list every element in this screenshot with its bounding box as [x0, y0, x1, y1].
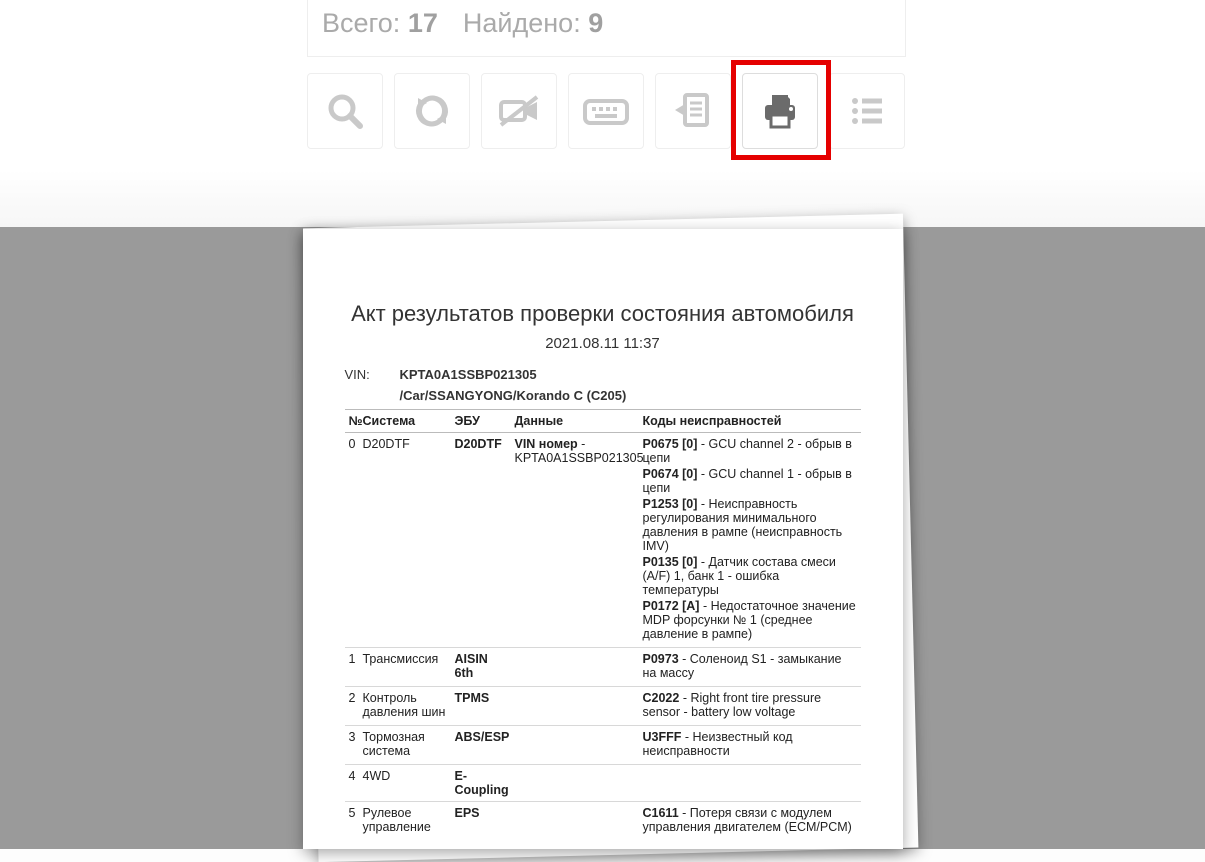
- row-index: 5: [345, 802, 359, 841]
- report-page: Акт результатов проверки состояния автом…: [303, 229, 903, 849]
- row-system: Контроль давления шин: [359, 687, 451, 726]
- row-data: [511, 648, 639, 687]
- table-row: 3Тормозная системаABS/ESP U3FFF - Неизвес…: [345, 726, 861, 765]
- camera-off-icon: [497, 91, 541, 131]
- row-codes: P0973 - Соленоид S1 - замыкание на массу: [639, 648, 861, 687]
- row-ecu: ABS/ESP: [451, 726, 511, 765]
- systems-table: № Система ЭБУ Данные Коды неисправностей…: [345, 409, 861, 840]
- row-system: Рулевое управление: [359, 802, 451, 841]
- total-value: 17: [408, 8, 438, 38]
- vin-value: KPTA0A1SSBP021305: [400, 367, 537, 382]
- search-icon: [325, 91, 365, 131]
- row-system: Тормозная система: [359, 726, 451, 765]
- search-button[interactable]: [307, 73, 383, 149]
- col-num: №: [345, 410, 359, 433]
- row-ecu: TPMS: [451, 687, 511, 726]
- table-row: 1ТрансмиссияAISIN 6th P0973 - Соленоид S1…: [345, 648, 861, 687]
- export-button[interactable]: [655, 73, 731, 149]
- list-button[interactable]: [829, 73, 905, 149]
- table-row: 0D20DTFD20DTFVIN номер - KPTA0A1SSBP0213…: [345, 433, 861, 648]
- total-label: Всего:: [322, 8, 400, 38]
- report-title: Акт результатов проверки состояния автом…: [345, 301, 861, 327]
- row-index: 1: [345, 648, 359, 687]
- col-ecu: ЭБУ: [451, 410, 511, 433]
- print-icon: [760, 91, 800, 131]
- table-row: 2Контроль давления шинTPMS C2022 - Right …: [345, 687, 861, 726]
- row-index: 3: [345, 726, 359, 765]
- row-index: 4: [345, 765, 359, 802]
- row-ecu: D20DTF: [451, 433, 511, 648]
- row-data: VIN номер - KPTA0A1SSBP021305: [511, 433, 639, 648]
- row-ecu: E-Coupling: [451, 765, 511, 802]
- row-data: [511, 726, 639, 765]
- row-system: D20DTF: [359, 433, 451, 648]
- refresh-button[interactable]: [394, 73, 470, 149]
- table-row: 5Рулевое управлениеEPS C1611 - Потеря свя…: [345, 802, 861, 841]
- row-codes: C2022 - Right front tire pressure sensor…: [639, 687, 861, 726]
- row-index: 2: [345, 687, 359, 726]
- counts-bar: Всего: 17 Найдено: 9: [307, 0, 906, 57]
- keyboard-button[interactable]: [568, 73, 644, 149]
- row-index: 0: [345, 433, 359, 648]
- list-icon: [847, 91, 887, 131]
- vin-label: VIN:: [345, 367, 400, 382]
- row-ecu: AISIN 6th: [451, 648, 511, 687]
- camera-off-button[interactable]: [481, 73, 557, 149]
- row-codes: C1611 - Потеря связи с модулем управлени…: [639, 802, 861, 841]
- keyboard-icon: [583, 95, 629, 127]
- refresh-icon: [412, 91, 452, 131]
- col-system: Система: [359, 410, 451, 433]
- row-codes: P0675 [0] - GCU channel 2 - обрыв в цепи…: [639, 433, 861, 648]
- row-codes: U3FFF - Неизвестный код неисправности: [639, 726, 861, 765]
- found-value: 9: [588, 8, 603, 38]
- toolbar: [307, 73, 905, 149]
- col-codes: Коды неисправностей: [639, 410, 861, 433]
- row-system: 4WD: [359, 765, 451, 802]
- vehicle-path: /Car/SSANGYONG/Korando C (C205): [400, 388, 627, 403]
- col-data: Данные: [511, 410, 639, 433]
- report-date: 2021.08.11 11:37: [345, 335, 861, 352]
- row-data: [511, 802, 639, 841]
- table-row: 44WDE-Coupling: [345, 765, 861, 802]
- row-data: [511, 687, 639, 726]
- row-system: Трансмиссия: [359, 648, 451, 687]
- row-codes: [639, 765, 861, 802]
- print-button[interactable]: [742, 73, 818, 149]
- export-icon: [673, 91, 713, 131]
- row-ecu: EPS: [451, 802, 511, 841]
- row-data: [511, 765, 639, 802]
- found-label: Найдено:: [463, 8, 581, 38]
